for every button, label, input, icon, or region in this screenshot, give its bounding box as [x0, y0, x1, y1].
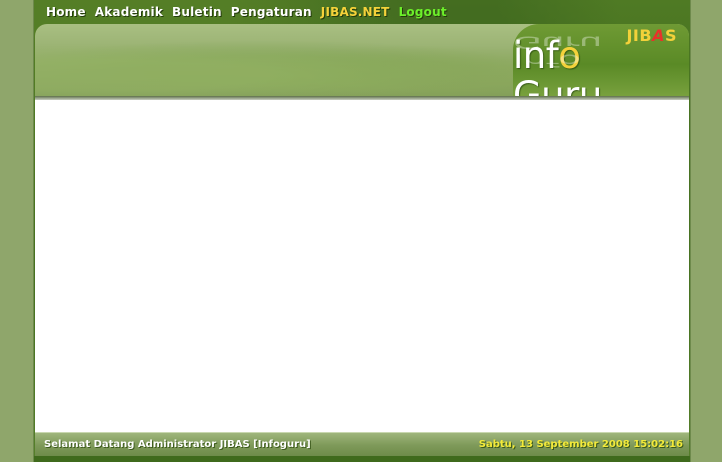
infoguru-reflection-part-3: Guru	[513, 32, 602, 52]
welcome-message: Selamat Datang Administrator JIBAS [Info…	[44, 439, 311, 450]
infoguru-logo-reflection: info Guru	[513, 32, 679, 70]
nav-pengaturan[interactable]: Pengaturan	[231, 5, 312, 19]
status-footer: Selamat Datang Administrator JIBAS [Info…	[35, 432, 689, 457]
nav-buletin[interactable]: Buletin	[172, 5, 222, 19]
infoguru-reflection-part-1: inf	[513, 50, 559, 70]
nav-logout[interactable]: Logout	[399, 5, 447, 19]
infoguru-reflection-part-2: o	[558, 50, 581, 70]
header-banner: JIBAS info Guru info Guru	[35, 24, 689, 98]
nav-home[interactable]: Home	[46, 5, 86, 19]
nav-jibas-net[interactable]: JIBAS.NET	[321, 5, 390, 19]
nav-akademik[interactable]: Akademik	[95, 5, 163, 19]
logo-panel: JIBAS info Guru info Guru	[513, 24, 689, 98]
current-datetime: Sabtu, 13 September 2008 15:02:16	[478, 439, 683, 450]
top-navigation: Home Akademik Buletin Pengaturan JIBAS.N…	[46, 4, 447, 20]
main-content-area	[35, 100, 689, 432]
infoguru-logo-part-3: Guru	[513, 74, 602, 99]
bottom-border	[34, 456, 690, 462]
